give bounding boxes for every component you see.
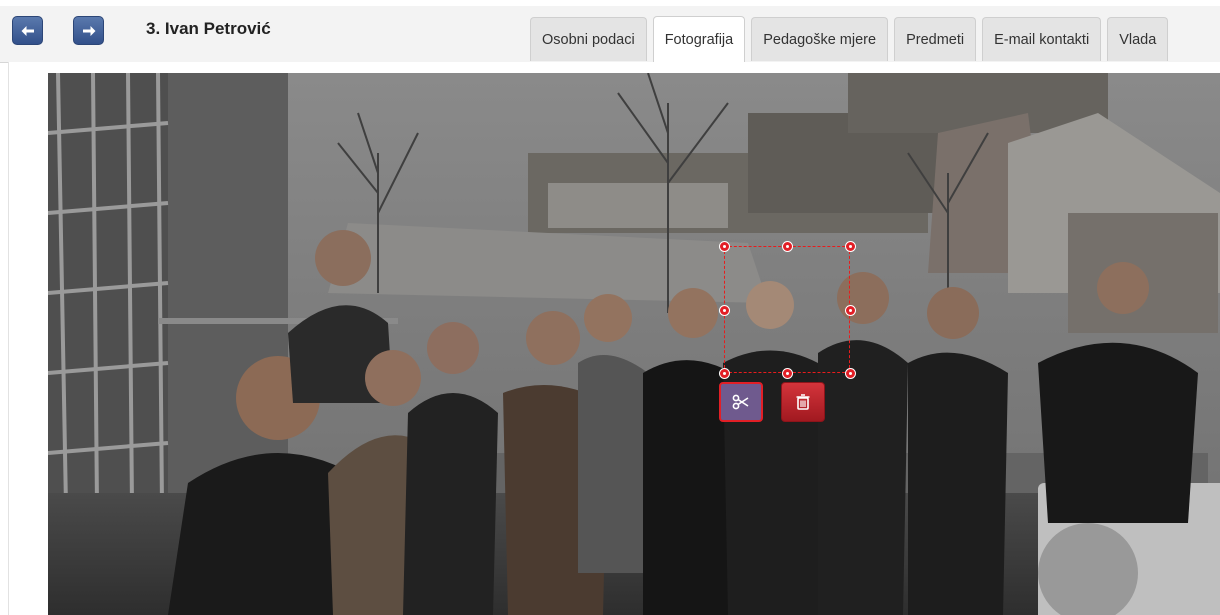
group-photo[interactable] [48,73,1220,615]
photo-image [48,73,1220,615]
arrow-left-icon [21,25,34,36]
arrow-right-icon [82,25,95,36]
tab-fotografija[interactable]: Fotografija [652,16,746,62]
crop-handle-s[interactable] [782,368,793,379]
trash-icon [796,394,810,410]
tab-osobni-podaci[interactable]: Osobni podaci [530,17,647,61]
header-bar: 3. Ivan Petrović Osobni podaci Fotografi… [0,0,1220,63]
tab-predmeti[interactable]: Predmeti [894,17,977,61]
crop-handle-se[interactable] [845,368,856,379]
page-title: 3. Ivan Petrović [146,19,271,38]
crop-handle-ne[interactable] [845,241,856,252]
app-window: 3. Ivan Petrović Osobni podaci Fotografi… [0,0,1220,615]
crop-handle-e[interactable] [845,305,856,316]
crop-handle-w[interactable] [719,305,730,316]
tab-pedagoske-mjere[interactable]: Pedagoške mjere [751,17,889,61]
tab-bar: Osobni podaci Fotografija Pedagoške mjer… [530,16,1169,62]
forward-button[interactable] [73,16,104,45]
scissors-icon [732,394,749,410]
delete-button[interactable] [781,382,825,422]
tab-vlada[interactable]: Vlada [1107,17,1169,61]
crop-handle-sw[interactable] [719,368,730,379]
crop-selection[interactable] [719,241,856,379]
crop-handle-n[interactable] [782,241,793,252]
crop-handle-nw[interactable] [719,241,730,252]
tab-email-kontakti[interactable]: E-mail kontakti [982,17,1102,61]
back-button[interactable] [12,16,43,45]
crop-button[interactable] [719,382,763,422]
